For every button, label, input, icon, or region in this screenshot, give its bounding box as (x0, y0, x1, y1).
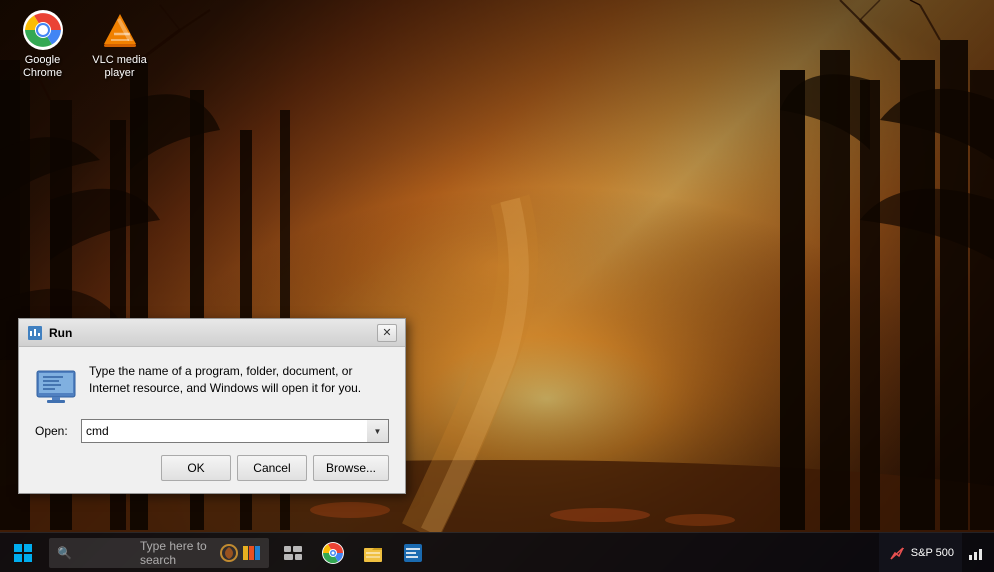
desktop: Google Chrome VLC media player (0, 0, 994, 572)
run-buttons: OK Cancel Browse... (35, 455, 389, 481)
taskbar-app-icon (402, 542, 424, 564)
file-explorer-icon (362, 542, 384, 564)
run-input-wrapper: ▼ (81, 419, 389, 443)
run-titlebar[interactable]: Run ✕ (19, 319, 405, 347)
run-folder-icon (35, 363, 77, 405)
taskbar-chrome-button[interactable] (313, 533, 353, 572)
windows-logo-icon (14, 544, 32, 562)
chrome-icon (23, 10, 63, 50)
stock-icon (887, 543, 907, 563)
run-title-icon (27, 325, 43, 341)
taskbar-file-explorer-button[interactable] (353, 533, 393, 572)
desktop-icon-chrome[interactable]: Google Chrome (5, 6, 80, 84)
system-tray[interactable] (962, 533, 990, 572)
cortana-icon (219, 543, 239, 563)
taskbar-right: S&P 500 (879, 533, 994, 572)
search-placeholder: Type here to search (140, 539, 219, 567)
run-ok-button[interactable]: OK (161, 455, 231, 481)
run-cancel-button[interactable]: Cancel (237, 455, 307, 481)
search-books-icon (241, 543, 261, 563)
stock-ticker[interactable]: S&P 500 (879, 533, 962, 572)
run-dropdown-button[interactable]: ▼ (367, 419, 389, 443)
run-dialog: Run ✕ Type the name (18, 318, 406, 494)
run-open-row: Open: ▼ (35, 419, 389, 443)
run-dialog-description: Type the name of a program, folder, docu… (89, 363, 389, 397)
run-command-input[interactable] (81, 419, 389, 443)
search-icon: 🔍 (57, 546, 136, 560)
taskbar: 🔍 Type here to search (0, 532, 994, 572)
run-close-button[interactable]: ✕ (377, 324, 397, 342)
task-view-button[interactable] (273, 533, 313, 572)
taskbar-search-bar[interactable]: 🔍 Type here to search (49, 538, 269, 568)
desktop-icon-vlc[interactable]: VLC media player (82, 6, 157, 84)
run-browse-button[interactable]: Browse... (313, 455, 389, 481)
run-top-section: Type the name of a program, folder, docu… (35, 363, 389, 405)
taskbar-chrome-icon (322, 542, 344, 564)
run-open-label: Open: (35, 424, 73, 438)
vlc-icon-label: VLC media player (86, 54, 153, 80)
run-dialog-title: Run (49, 326, 377, 340)
start-button[interactable] (0, 533, 45, 572)
task-view-icon (284, 546, 302, 560)
stock-label: S&P 500 (911, 547, 954, 559)
chrome-icon-label: Google Chrome (9, 54, 76, 80)
vlc-icon (100, 10, 140, 50)
taskbar-app-button[interactable] (393, 533, 433, 572)
network-icon (968, 545, 984, 561)
run-dialog-content: Type the name of a program, folder, docu… (19, 347, 405, 493)
